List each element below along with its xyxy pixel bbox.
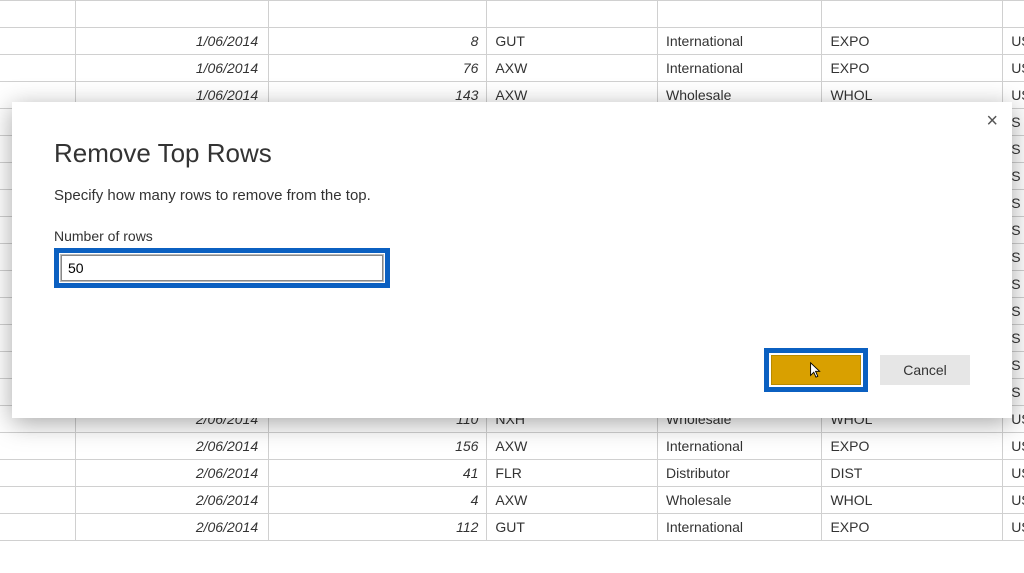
cell: US	[1003, 55, 1024, 82]
cell: 156	[269, 433, 487, 460]
table-row[interactable]: 2/06/2014112GUTInternationalEXPOUS	[0, 514, 1024, 541]
cell: 112	[269, 514, 487, 541]
cell	[269, 1, 487, 28]
cell: 2/06/2014	[76, 487, 269, 514]
cell: AXW	[487, 487, 658, 514]
cell: EXPO	[822, 55, 1003, 82]
cell	[0, 487, 76, 514]
cell: 2/06/2014	[76, 460, 269, 487]
cell: AXW	[487, 433, 658, 460]
cell: EXPO	[822, 433, 1003, 460]
cell: GUT	[487, 28, 658, 55]
cell	[0, 55, 76, 82]
cell: GUT	[487, 514, 658, 541]
table-row[interactable]: 2/06/20144AXWWholesaleWHOLUS	[0, 487, 1024, 514]
number-of-rows-label: Number of rows	[54, 228, 970, 244]
cell: International	[657, 55, 821, 82]
cell: EXPO	[822, 28, 1003, 55]
cell	[1003, 1, 1024, 28]
cursor-icon	[807, 361, 825, 379]
cell: US	[1003, 487, 1024, 514]
cell	[0, 28, 76, 55]
cell: 41	[269, 460, 487, 487]
cell: 4	[269, 487, 487, 514]
cell: US	[1003, 433, 1024, 460]
cell	[0, 514, 76, 541]
cell	[487, 1, 658, 28]
cell: WHOL	[822, 487, 1003, 514]
close-icon[interactable]: ×	[986, 110, 998, 133]
remove-top-rows-dialog: × Remove Top Rows Specify how many rows …	[12, 102, 1012, 418]
cell	[0, 1, 76, 28]
cell: 2/06/2014	[76, 433, 269, 460]
cell: 2/06/2014	[76, 514, 269, 541]
cell: Distributor	[657, 460, 821, 487]
cell: Wholesale	[657, 487, 821, 514]
cell: AXW	[487, 55, 658, 82]
dialog-button-row: Cancel	[764, 348, 970, 392]
cell: DIST	[822, 460, 1003, 487]
cell	[0, 433, 76, 460]
cell: EXPO	[822, 514, 1003, 541]
cell: US	[1003, 460, 1024, 487]
table-row[interactable]: 2/06/201441FLRDistributorDISTUS	[0, 460, 1024, 487]
ok-button-highlight	[764, 348, 868, 392]
cell	[0, 460, 76, 487]
cell: FLR	[487, 460, 658, 487]
cell: US	[1003, 514, 1024, 541]
cell: US	[1003, 28, 1024, 55]
cell: International	[657, 433, 821, 460]
cell: 76	[269, 55, 487, 82]
cell: International	[657, 28, 821, 55]
cell	[822, 1, 1003, 28]
table-row[interactable]: 2/06/2014156AXWInternationalEXPOUS	[0, 433, 1024, 460]
cell	[76, 1, 269, 28]
dialog-title: Remove Top Rows	[54, 138, 970, 169]
input-highlight	[54, 248, 390, 288]
cell: 1/06/2014	[76, 55, 269, 82]
dialog-description: Specify how many rows to remove from the…	[54, 187, 970, 204]
cancel-button[interactable]: Cancel	[880, 355, 970, 385]
table-row[interactable]: 1/06/20148GUTInternationalEXPOUS	[0, 28, 1024, 55]
cell: 8	[269, 28, 487, 55]
table-row[interactable]: 1/06/201476AXWInternationalEXPOUS	[0, 55, 1024, 82]
cell: 1/06/2014	[76, 28, 269, 55]
cell: International	[657, 514, 821, 541]
cell	[657, 1, 821, 28]
table-row[interactable]	[0, 1, 1024, 28]
number-of-rows-input[interactable]	[61, 255, 383, 281]
ok-button[interactable]	[771, 355, 861, 385]
